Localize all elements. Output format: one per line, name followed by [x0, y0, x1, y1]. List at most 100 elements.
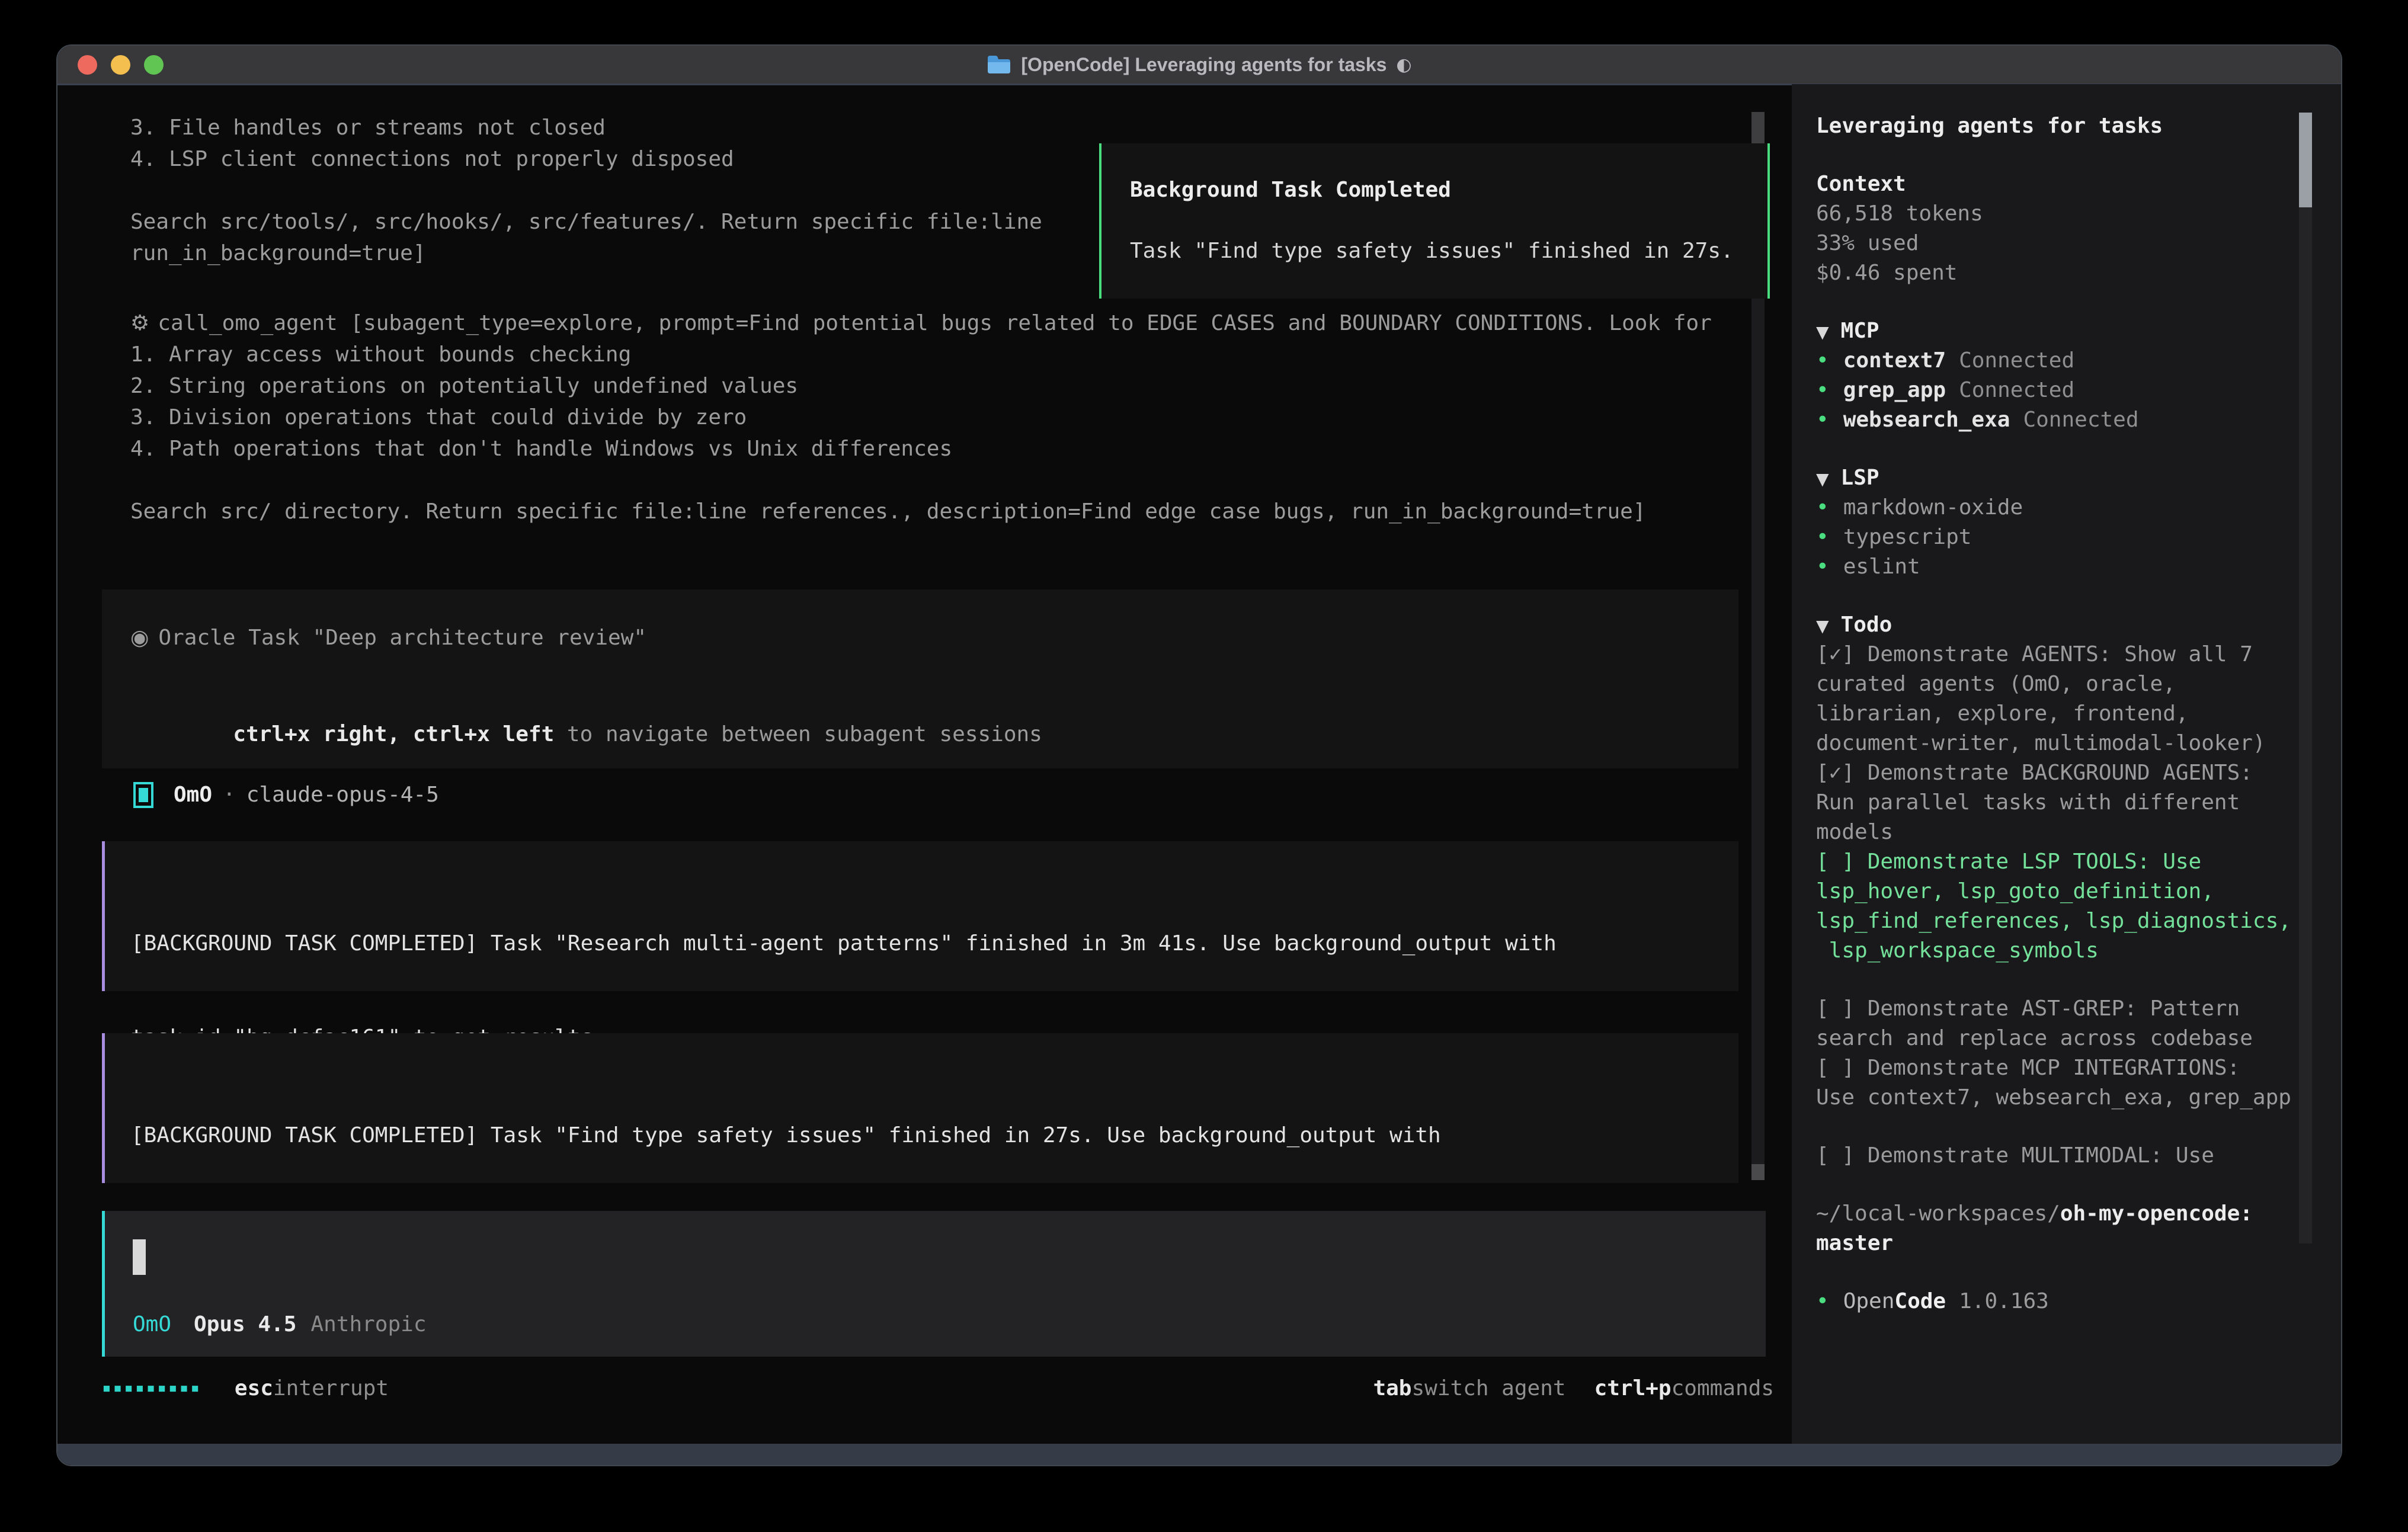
background-task-card: [BACKGROUND TASK COMPLETED] Task "Find t… [102, 1033, 1738, 1183]
mcp-item: •context7Connected [1816, 346, 2341, 376]
ctrlp-key-hint: ctrl+p [1594, 1376, 1671, 1400]
todo-line: Use context7, websearch_exa, grep_app [1816, 1083, 2341, 1113]
agent-checkbox-icon [133, 782, 153, 808]
agent-model: claude-opus-4-5 [246, 783, 439, 807]
todo-line: [✓] Demonstrate AGENTS: Show all 7 [1816, 640, 2341, 669]
traffic-lights [78, 46, 164, 84]
prompt-model: Opus 4.5 [194, 1312, 296, 1337]
desktop-background: [OpenCode] Leveraging agents for tasks ◐… [0, 0, 2408, 1532]
todo-line: librarian, explore, frontend, [1816, 699, 2341, 729]
context-tokens: 66,518 tokens [1816, 199, 2341, 229]
tool-call-text: call_omo_agent [subagent_type=explore, p… [158, 311, 1712, 335]
todo-line: [ ] Demonstrate MULTIMODAL: Use [1816, 1141, 2341, 1171]
todo-line: [ ] Demonstrate AST-GREP: Pattern [1816, 994, 2341, 1024]
todo-active-lines: [ ] Demonstrate LSP TOOLS: Uselsp_hover,… [1816, 847, 2341, 966]
prompt-input[interactable]: OmO Opus 4.5 Anthropic [102, 1211, 1766, 1357]
todo-line: document-writer, multimodal-looker) [1816, 729, 2341, 758]
tab-key-label: switch agent [1411, 1376, 1565, 1400]
status-dot-icon: • [1816, 525, 1829, 549]
mcp-list: •context7Connected•grep_appConnected•web… [1816, 346, 2341, 435]
todo-section-header[interactable]: ▼Todo [1816, 610, 2341, 640]
sidebar-scrollbar-thumb[interactable] [2299, 113, 2312, 207]
status-dot-icon: • [1816, 495, 1829, 520]
tool-call-line: ⚙ call_omo_agent [subagent_type=explore, … [130, 307, 1712, 339]
minimize-button[interactable] [111, 55, 130, 75]
window-title: [OpenCode] Leveraging agents for tasks ◐ [987, 54, 1411, 76]
session-status-icon: ◐ [1396, 55, 1411, 75]
version-line: •OpenCode1.0.163 [1816, 1287, 2341, 1316]
zoom-button[interactable] [144, 55, 164, 75]
todo-line: Run parallel tasks with different [1816, 788, 2341, 818]
task-message-line1: [BACKGROUND TASK COMPLETED] Task "Resear… [131, 928, 1712, 959]
mcp-section-header[interactable]: ▼MCP [1816, 316, 2341, 346]
lsp-item: •markdown-oxide [1816, 493, 2341, 523]
oracle-task-title: Oracle Task "Deep architecture review" [158, 622, 646, 653]
text-cursor [133, 1239, 146, 1275]
window-titlebar[interactable]: [OpenCode] Leveraging agents for tasks ◐ [57, 46, 2341, 84]
session-sidebar: Leveraging agents for tasks Context 66,5… [1792, 84, 2341, 1444]
workspace-branch: master [1816, 1229, 2341, 1258]
chevron-down-icon: ▼ [1816, 322, 1829, 342]
todo-line: lsp_hover, lsp_goto_definition, [1816, 877, 2341, 906]
context-spent: $0.46 spent [1816, 258, 2341, 288]
todo-line: lsp_workspace_symbols [1816, 936, 2341, 966]
background-task-card: [BACKGROUND TASK COMPLETED] Task "Resear… [102, 841, 1738, 991]
subagent-navigation-hint: ctrl+x right, ctrl+x left to navigate be… [130, 687, 1710, 781]
chevron-down-icon: ▼ [1816, 616, 1829, 636]
assistant-message-text-2: 1. Array access without bounds checking … [130, 339, 1646, 527]
status-bar: ▪▪▪▪▪▪▪▪▪ esc interrupt tab switch agent… [102, 1371, 1774, 1405]
oracle-task-card: ◉ Oracle Task "Deep architecture review"… [102, 589, 1738, 768]
window-footer [57, 1444, 2341, 1465]
prompt-provider: Anthropic [310, 1312, 426, 1337]
model-row: OmO Opus 4.5 Anthropic [133, 1312, 427, 1337]
lsp-item: •typescript [1816, 523, 2341, 552]
background-task-toast: Background Task Completed Task "Find typ… [1099, 143, 1770, 299]
prompt-agent: OmO [133, 1312, 171, 1337]
todo-line: [✓] Demonstrate BACKGROUND AGENTS: [1816, 758, 2341, 788]
close-button[interactable] [78, 55, 97, 75]
todo-line: [ ] Demonstrate MCP INTEGRATIONS: [1816, 1053, 2341, 1083]
esc-key-hint: esc [235, 1376, 273, 1400]
ctrlp-key-label: commands [1671, 1376, 1774, 1400]
window-title-text: [OpenCode] Leveraging agents for tasks [1021, 54, 1386, 76]
esc-key-label: interrupt [273, 1376, 389, 1400]
lsp-section-header[interactable]: ▼LSP [1816, 463, 2341, 493]
todo-pending-lines: [ ] Demonstrate AST-GREP: Patternsearch … [1816, 994, 2341, 1113]
chevron-down-icon: ▼ [1816, 469, 1829, 489]
status-dot-icon: • [1816, 348, 1829, 373]
toast-title: Background Task Completed [1130, 178, 1739, 202]
folder-icon [987, 55, 1011, 75]
todo-line: [ ] Demonstrate LSP TOOLS: Use [1816, 847, 2341, 877]
lsp-item: •eslint [1816, 552, 2341, 582]
todo-line: curated agents (OmO, oracle, [1816, 669, 2341, 699]
lsp-list: •markdown-oxide•typescript•eslint [1816, 493, 2341, 582]
todo-done-lines: [✓] Demonstrate AGENTS: Show all 7curate… [1816, 640, 2341, 847]
status-dot-icon: • [1816, 555, 1829, 579]
agent-header: OmO · claude-opus-4-5 [133, 779, 439, 810]
activity-spinner-icon: ▪▪▪▪▪▪▪▪▪ [102, 1379, 201, 1397]
status-dot-icon: • [1816, 378, 1829, 402]
assistant-message-text: 3. File handles or streams not closed 4.… [130, 112, 1042, 269]
sidebar-scrollbar[interactable] [2299, 113, 2312, 1243]
context-heading: Context [1816, 169, 2341, 199]
session-title: Leveraging agents for tasks [1816, 111, 2341, 141]
chat-scrollbar-thumb-bottom[interactable] [1751, 1164, 1765, 1180]
todo-pending-lines-2: [ ] Demonstrate MULTIMODAL: Use [1816, 1141, 2341, 1171]
tab-key-hint: tab [1373, 1376, 1411, 1400]
status-dot-icon: • [1816, 408, 1829, 432]
toast-body: Task "Find type safety issues" finished … [1130, 239, 1739, 263]
todo-line: lsp_find_references, lsp_diagnostics, [1816, 906, 2341, 936]
todo-line: models [1816, 818, 2341, 847]
mcp-item: •websearch_exaConnected [1816, 405, 2341, 435]
agent-name: OmO [174, 783, 212, 807]
gear-icon: ⚙ [130, 311, 149, 335]
todo-line: search and replace across codebase [1816, 1024, 2341, 1053]
separator-dot: · [223, 783, 236, 807]
mcp-item: •grep_appConnected [1816, 376, 2341, 405]
status-dot-icon: • [1816, 1289, 1829, 1313]
opencode-terminal-window: [OpenCode] Leveraging agents for tasks ◐… [56, 44, 2342, 1466]
task-message-line1: [BACKGROUND TASK COMPLETED] Task "Find t… [131, 1120, 1712, 1151]
context-used: 33% used [1816, 229, 2341, 258]
workspace-path: ~/local-workspaces/oh-my-opencode: [1816, 1199, 2341, 1229]
task-status-icon: ◉ [130, 622, 149, 653]
